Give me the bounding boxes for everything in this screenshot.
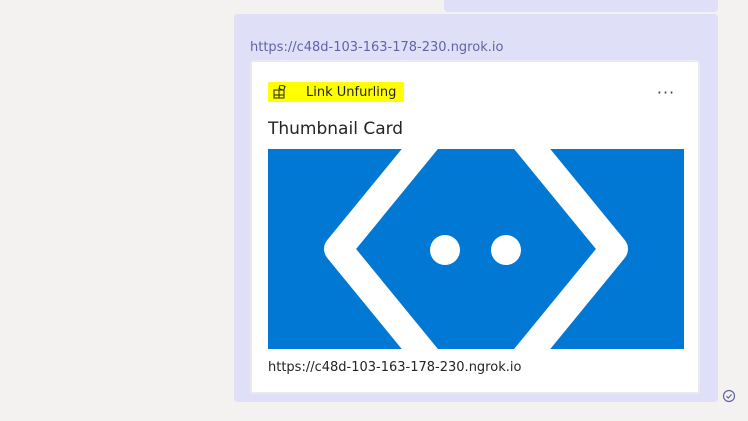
card-header: Link Unfurling — [268, 82, 405, 102]
message-bubble[interactable]: https://c48d-103-163-178-230.ngrok.io Li… — [234, 14, 718, 402]
chat-area: https://c48d-103-163-178-230.ngrok.io Li… — [0, 0, 748, 421]
thumbnail-image[interactable] — [268, 149, 684, 349]
previous-message-bubble[interactable] — [444, 0, 718, 12]
card-url[interactable]: https://c48d-103-163-178-230.ngrok.io — [268, 360, 521, 375]
app-name: Link Unfurling — [306, 84, 397, 100]
message-link[interactable]: https://c48d-103-163-178-230.ngrok.io — [250, 40, 503, 55]
azure-bot-service-icon — [324, 149, 628, 349]
app-icon — [272, 84, 288, 100]
more-options-button[interactable]: ··· — [654, 80, 678, 104]
read-receipt-check-icon — [722, 389, 736, 403]
card-title: Thumbnail Card — [268, 119, 404, 139]
thumbnail-card[interactable]: Link Unfurling ··· Thumbnail Card https:… — [250, 60, 700, 394]
